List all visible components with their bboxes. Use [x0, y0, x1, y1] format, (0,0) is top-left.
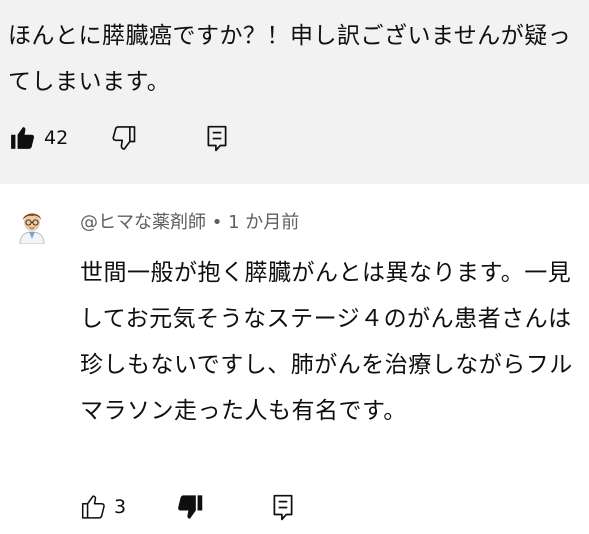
parent-dislike-button[interactable] [110, 120, 138, 156]
thumbs-up-outline-icon [80, 494, 106, 520]
parent-comment-actions: 42 [10, 120, 230, 156]
thumbs-up-filled-icon [10, 125, 36, 151]
thumbs-down-filled-icon [176, 493, 204, 521]
reply-comment-icon [204, 124, 230, 152]
parent-comment: ほんとに膵臓癌ですか？！申し訳ございませんが疑ってしまいます。 42 [0, 0, 589, 184]
reply-timestamp[interactable]: 1 か月前 [228, 212, 299, 233]
reply-comment-text: 世間一般が抱く膵臓がんとは異なります。一見してお元気そうなステージ４のがん患者さ… [80, 260, 573, 424]
reply-meta: @ヒマな薬剤師 • 1 か月前 [80, 211, 299, 235]
reply-reply-button[interactable] [270, 489, 296, 525]
reply-comment-actions: 3 [80, 489, 296, 525]
reply-meta-separator: • [211, 212, 223, 233]
parent-reply-button[interactable] [204, 120, 230, 156]
reply-like-count: 3 [114, 496, 127, 518]
reply-author[interactable]: @ヒマな薬剤師 [80, 212, 206, 233]
reply-dislike-button[interactable] [176, 489, 204, 525]
thumbs-down-outline-icon [110, 124, 138, 152]
pharmacist-avatar-icon[interactable] [14, 208, 50, 245]
reply-comment-icon [270, 493, 296, 521]
parent-like-count: 42 [44, 127, 69, 149]
parent-like-button[interactable]: 42 [10, 120, 68, 156]
parent-comment-text: ほんとに膵臓癌ですか？！申し訳ございませんが疑ってしまいます。 [8, 23, 572, 95]
reply-like-button[interactable]: 3 [80, 489, 126, 525]
